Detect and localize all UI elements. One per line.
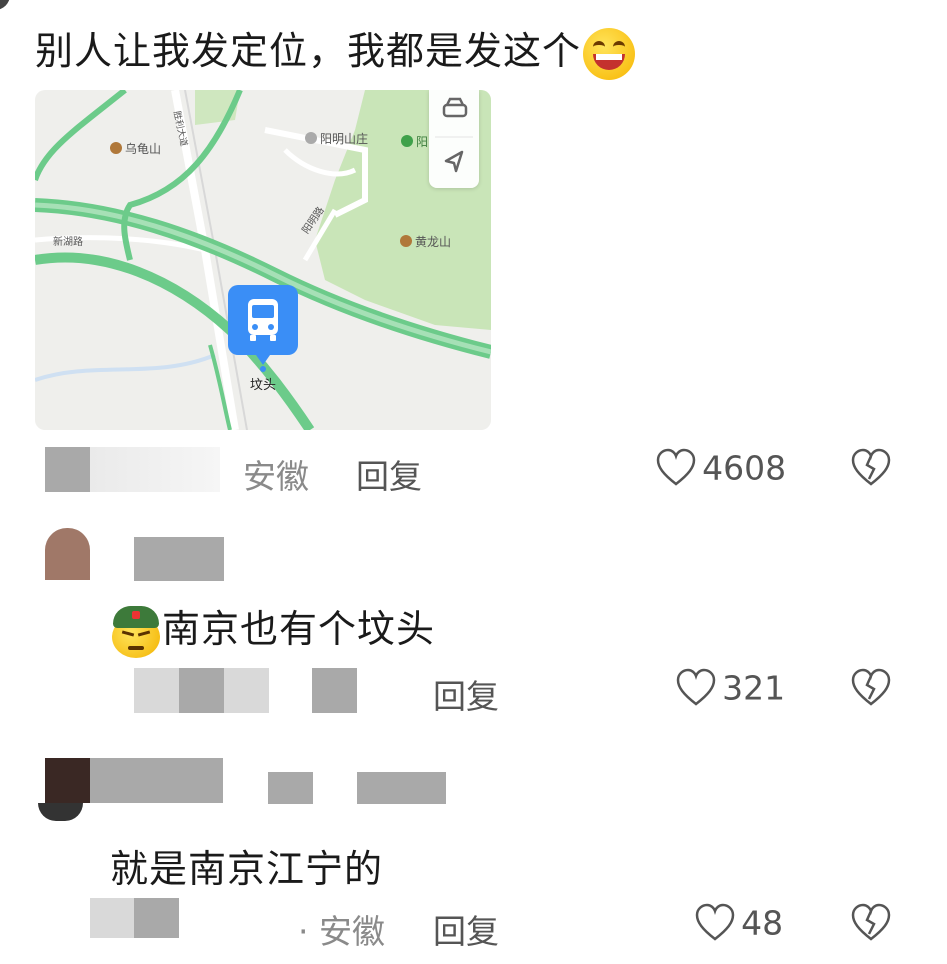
post-reply-button[interactable]: 回复	[356, 450, 422, 498]
comment-text: 就是南京江宁的	[110, 847, 384, 891]
park-poi-icon	[401, 135, 413, 147]
map-label-wuguishan: 乌龟山	[110, 140, 161, 157]
broken-heart-icon[interactable]	[850, 667, 892, 709]
army-helmet-emoji-icon	[110, 605, 162, 658]
map-controls	[429, 90, 479, 188]
comment-like-button[interactable]: 48	[694, 902, 783, 944]
laughing-emoji-icon	[583, 27, 636, 80]
map-label-fentou: 坟头	[250, 378, 277, 393]
post-text-content: 别人让我发定位，我都是发这个	[35, 29, 582, 73]
redacted-meta	[134, 898, 179, 938]
avatar-fragment	[38, 803, 83, 821]
redacted-username	[45, 447, 90, 492]
bus-icon	[248, 299, 278, 341]
map-label-yangmingshanzhuang: 阳明山庄	[305, 130, 368, 147]
post-location: 安徽	[243, 457, 309, 496]
redacted-username	[268, 772, 313, 804]
comment-text-content: 南京也有个坟头	[162, 607, 436, 651]
comment-text: 南京也有个坟头	[110, 598, 435, 658]
redacted-username	[90, 447, 220, 492]
redacted-username	[357, 772, 446, 804]
mountain-poi-icon	[110, 142, 122, 154]
heart-outline-icon	[676, 668, 716, 706]
heart-outline-icon	[695, 903, 735, 941]
comment-location: · 安徽	[298, 912, 385, 951]
navigate-arrow-icon[interactable]	[444, 150, 464, 173]
post-like-count: 4608	[702, 448, 787, 488]
broken-heart-icon[interactable]	[850, 902, 892, 944]
redacted-meta	[179, 668, 224, 713]
avatar-fragment	[0, 0, 10, 10]
comment-like-count: 321	[722, 668, 786, 708]
map-label-huanglongshan: 黄龙山	[400, 233, 451, 250]
car-icon[interactable]	[442, 97, 468, 118]
location-map-card[interactable]: 乌龟山 阳明山庄 阳 黄龙山 阳明路 新湖路 胜利大道 坟头	[35, 90, 491, 430]
comment-like-button[interactable]: 321	[675, 667, 785, 709]
heart-outline-icon	[656, 448, 696, 486]
comment-reply-button[interactable]: 回复	[433, 670, 499, 718]
redacted-meta	[312, 668, 357, 713]
redacted-username	[90, 758, 223, 803]
mountain-poi-icon	[400, 235, 412, 247]
residence-poi-icon	[305, 132, 317, 144]
comment-reply-button[interactable]: 回复	[433, 905, 499, 953]
avatar[interactable]	[45, 528, 90, 580]
redacted-username	[134, 537, 224, 581]
avatar[interactable]	[45, 758, 90, 803]
map-label-yang: 阳	[401, 133, 428, 150]
map-label-xindelu: 新湖路	[53, 237, 83, 248]
broken-heart-icon[interactable]	[850, 447, 892, 489]
post-like-button[interactable]: 4608	[655, 447, 786, 489]
comment-like-count: 48	[741, 903, 784, 943]
bus-stop-marker[interactable]	[228, 285, 298, 365]
post-text: 别人让我发定位，我都是发这个	[35, 20, 636, 80]
